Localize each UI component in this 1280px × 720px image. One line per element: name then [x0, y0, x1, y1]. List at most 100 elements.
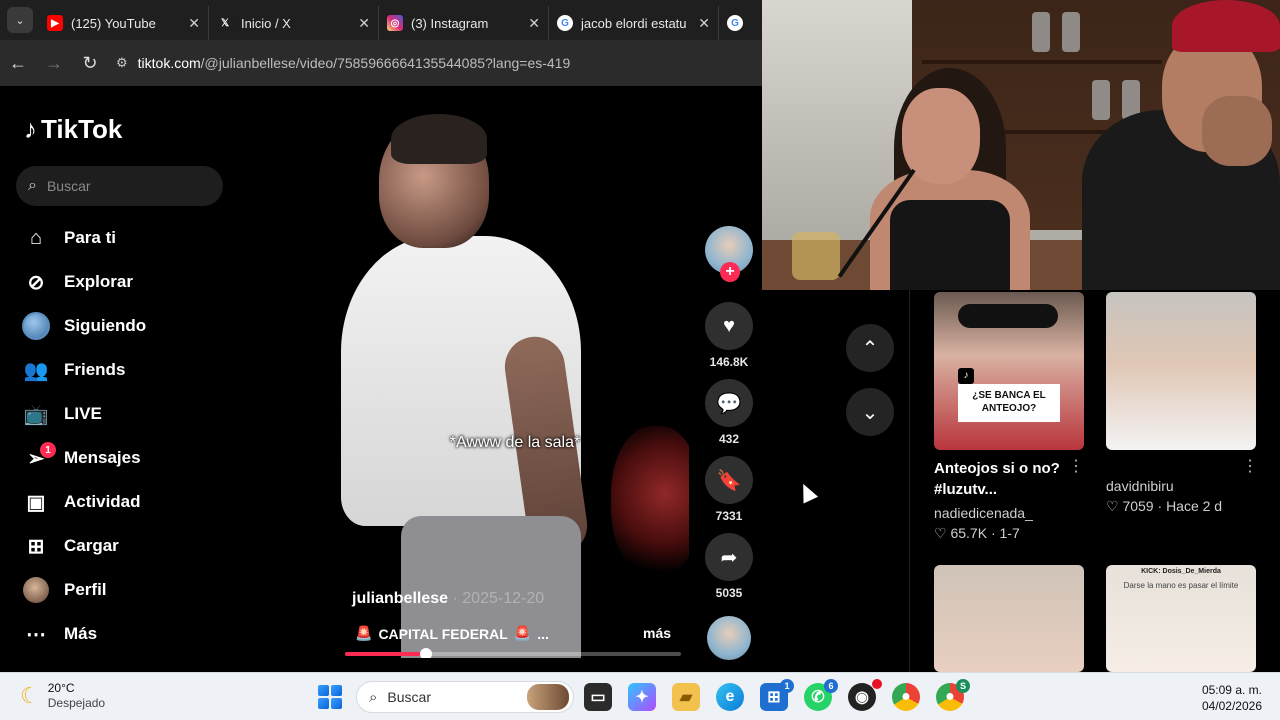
webcam-decor	[890, 200, 1010, 290]
tab-title: (3) Instagram	[411, 15, 489, 31]
video-thumbnail[interactable]	[934, 565, 1084, 672]
compass-icon: ⊘	[27, 271, 45, 294]
sidebar-item-mensajes[interactable]: ➢ 1 Mensajes	[20, 436, 230, 480]
x-icon: 𝕏	[217, 15, 233, 31]
sidebar-item-para-ti[interactable]: ⌂ Para ti	[20, 216, 230, 260]
obs-icon[interactable]: ◉	[848, 679, 882, 711]
heart-outline-icon: ♡	[934, 525, 947, 541]
bookmark-icon: 🔖	[716, 469, 742, 492]
taskbar-search[interactable]: ⌕ Buscar	[356, 681, 574, 713]
webcam-overlay	[762, 0, 1280, 290]
sidebar-item-label: Friends	[64, 360, 126, 379]
video-thumbnail[interactable]	[1106, 292, 1256, 450]
store-badge: 1	[780, 679, 794, 693]
tab-google-2[interactable]: G pe	[719, 6, 759, 40]
next-video-button[interactable]: ⌄	[846, 388, 894, 436]
messages-badge: 1	[40, 442, 56, 458]
store-icon[interactable]: ⊞ 1	[760, 679, 794, 711]
sidebar-item-mas[interactable]: ⋯ Más	[20, 612, 230, 656]
edge-icon[interactable]: e	[716, 683, 744, 711]
share-count: 5035	[715, 586, 743, 600]
video-date: · 2025-12-20	[452, 590, 545, 607]
music-disc-avatar[interactable]	[707, 616, 751, 660]
author-name[interactable]: julianbellese	[352, 590, 448, 607]
chevron-down-icon: ⌄	[861, 401, 879, 424]
video-thumbnail[interactable]: KICK: Dosis_De_Mierda Darse la mano es p…	[1106, 565, 1256, 672]
recommendation-title[interactable]: Anteojos si o no? #luzutv...	[934, 458, 1064, 500]
forward-arrow-icon[interactable]: →	[36, 53, 72, 74]
recommendation-likes: 65.7K	[950, 525, 988, 541]
profile-avatar	[20, 574, 52, 606]
google-icon: G	[727, 15, 743, 31]
webcam-decor	[792, 232, 840, 280]
save-button[interactable]: 🔖	[705, 456, 753, 504]
webcam-decor	[922, 60, 1162, 64]
sidebar-item-friends[interactable]: 👥 Friends	[20, 348, 230, 392]
sidebar-item-cargar[interactable]: ⊞ Cargar	[20, 524, 230, 568]
close-tab-icon[interactable]: ✕	[698, 15, 710, 32]
video-player[interactable]: *Awww de la sala* julianbellese · 2025-1…	[341, 86, 689, 658]
windows-start-icon[interactable]	[318, 685, 342, 709]
progress-knob[interactable]	[419, 648, 432, 658]
recommendation-author[interactable]: davidnibiru	[1106, 478, 1174, 494]
follow-plus-icon[interactable]: +	[720, 262, 740, 282]
sidebar-item-actividad[interactable]: ▣ Actividad	[20, 480, 230, 524]
video-description: 🚨 CAPITAL FEDERAL 🚨 ...	[355, 625, 549, 642]
chrome-profile-icon[interactable]: ● S	[936, 679, 970, 711]
more-options-icon[interactable]: ⋮	[1068, 456, 1084, 476]
webcam-decor	[1092, 80, 1110, 120]
sidebar-item-siguiendo[interactable]: Siguiendo	[20, 304, 230, 348]
tab-search-chevron-icon[interactable]: ⌄	[7, 7, 33, 33]
url-field[interactable]: ⚙ tiktok.com/@julianbellese/video/758596…	[116, 46, 762, 80]
tiktok-logo[interactable]: ♪ TikTok	[24, 114, 122, 145]
more-button[interactable]: más	[643, 625, 671, 641]
sidebar-item-explorar[interactable]: ⊘ Explorar	[20, 260, 230, 304]
site-settings-icon[interactable]: ⚙	[116, 55, 128, 71]
like-button[interactable]: ♥	[705, 302, 753, 350]
close-tab-icon[interactable]: ✕	[188, 15, 200, 32]
thumbnail-caption: Darse la mano es pasar el límite	[1123, 581, 1239, 590]
save-count: 7331	[715, 509, 743, 523]
browser-tabbar: ⌄ ▶ (125) YouTube ✕ 𝕏 Inicio / X ✕ ◎ (3)…	[0, 0, 762, 40]
upload-icon: ⊞	[27, 535, 45, 558]
recommendation-author[interactable]: nadiedicenada_	[934, 505, 1033, 521]
system-clock[interactable]: 05:09 a. m. 04/02/2026	[1190, 682, 1262, 714]
recommendations-panel: ⌃ ⌄ ♪ ¿SE BANCA EL ANTEOJO? Anteojos si …	[762, 290, 1280, 672]
tab-instagram[interactable]: ◎ (3) Instagram ✕	[379, 6, 549, 40]
comment-button[interactable]: 💬	[705, 379, 753, 427]
close-tab-icon[interactable]: ✕	[528, 15, 540, 32]
youtube-icon: ▶	[47, 15, 63, 31]
tab-google[interactable]: G jacob elordi estatu ✕	[549, 6, 719, 40]
prev-video-button[interactable]: ⌃	[846, 324, 894, 372]
clock-time: 05:09 a. m.	[1201, 683, 1262, 697]
whatsapp-icon[interactable]: ✆ 6	[804, 679, 838, 711]
copilot-icon[interactable]: ✦	[628, 683, 656, 711]
sidebar-item-label: Siguiendo	[64, 316, 147, 335]
home-icon: ⌂	[29, 226, 43, 249]
more-options-icon[interactable]: ⋮	[1242, 456, 1258, 476]
video-frame-decor	[391, 114, 487, 164]
share-button[interactable]: ➦	[705, 533, 753, 581]
video-progress-bar[interactable]	[345, 648, 681, 658]
more-icon: ⋯	[26, 623, 46, 646]
back-arrow-icon[interactable]: ←	[0, 53, 36, 74]
task-view-icon[interactable]: ▭	[584, 683, 612, 711]
tab-youtube[interactable]: ▶ (125) YouTube ✕	[39, 6, 209, 40]
file-explorer-icon[interactable]: ▰	[672, 683, 700, 711]
sidebar-item-label: Para ti	[64, 228, 116, 247]
chrome-icon[interactable]: ●	[892, 683, 920, 711]
tab-title: (125) YouTube	[71, 15, 156, 31]
video-author[interactable]: julianbellese · 2025-12-20	[352, 590, 544, 608]
sidebar-item-perfil[interactable]: Perfil	[20, 568, 230, 612]
sidebar-item-live[interactable]: 📺 LIVE	[20, 392, 230, 436]
brand-name: TikTok	[41, 114, 123, 144]
weather-widget[interactable]: ☾ 20°C Despejado	[20, 681, 105, 711]
video-thumbnail[interactable]: ♪ ¿SE BANCA EL ANTEOJO?	[934, 292, 1084, 450]
tab-x[interactable]: 𝕏 Inicio / X ✕	[209, 6, 379, 40]
reload-icon[interactable]: ↻	[72, 53, 108, 74]
heart-outline-icon: ♡	[1106, 498, 1119, 514]
close-tab-icon[interactable]: ✕	[358, 15, 370, 32]
creator-avatar[interactable]: +	[705, 226, 753, 282]
instagram-icon: ◎	[387, 15, 403, 31]
search-input[interactable]: ⌕ Buscar	[16, 166, 223, 206]
